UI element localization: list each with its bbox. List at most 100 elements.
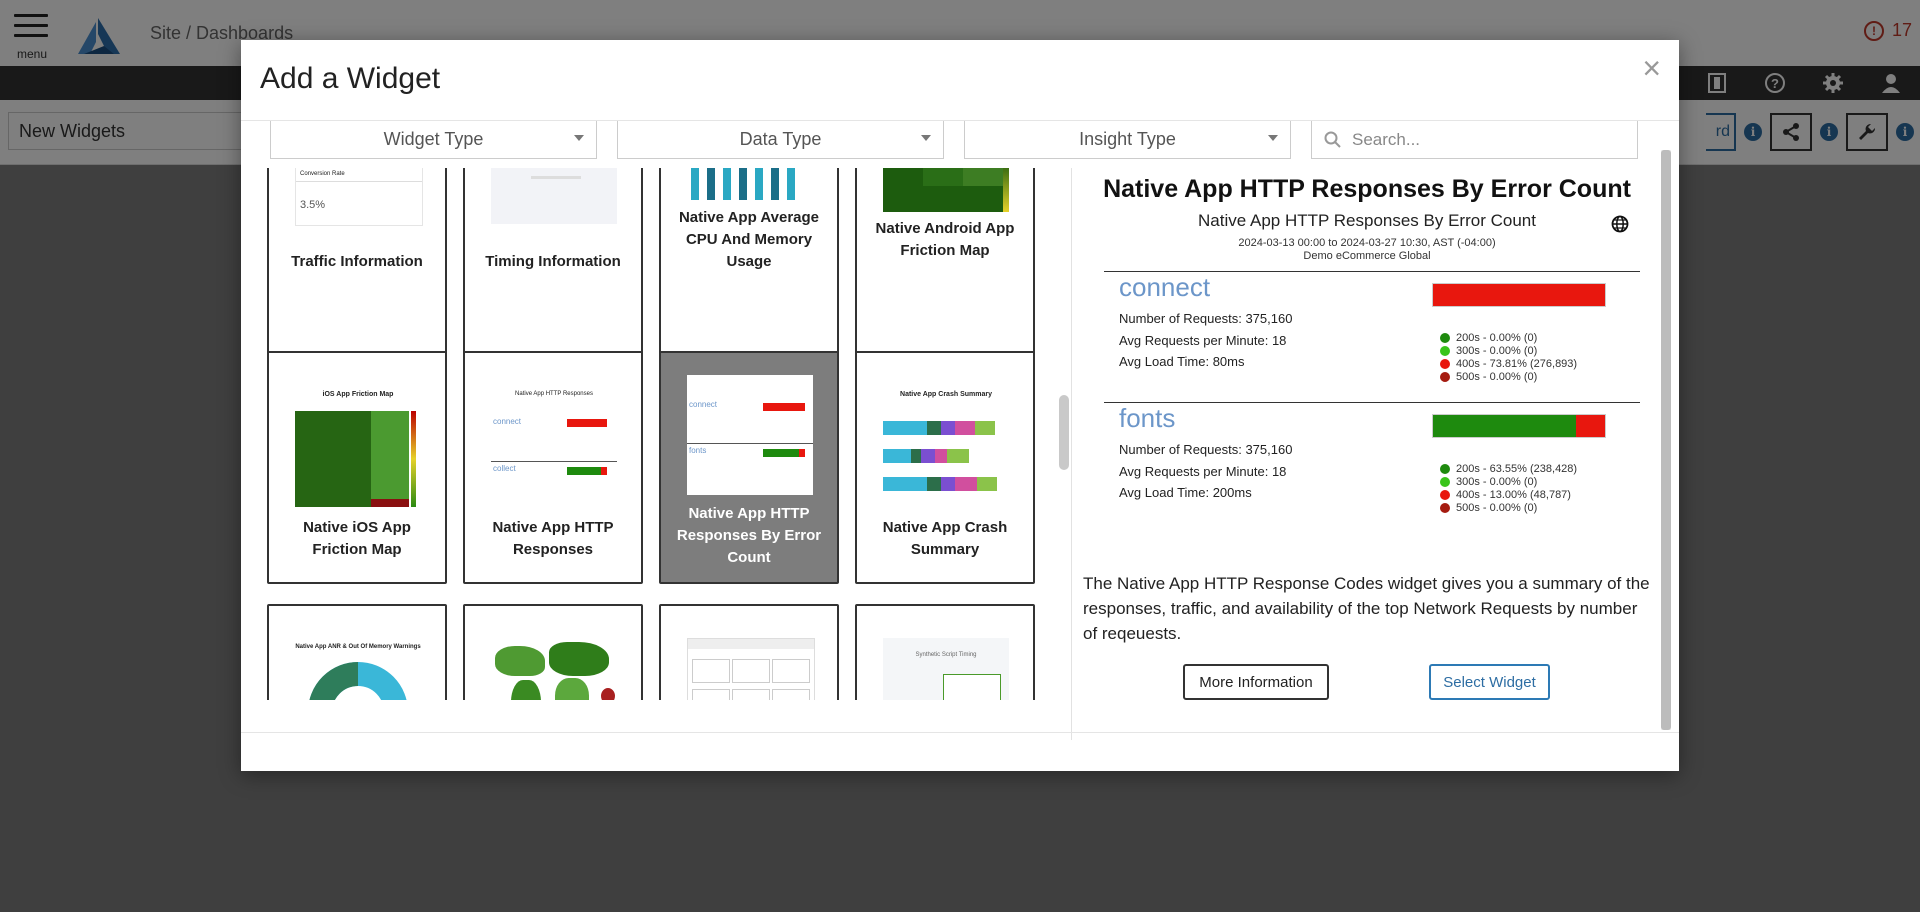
- legend-text: 400s - 73.81% (276,893): [1456, 357, 1578, 370]
- widget-thumbnail: Native App HTTP Responses connect collec…: [491, 389, 617, 507]
- widget-thumbnail: [491, 628, 617, 700]
- chevron-down-icon: [1268, 135, 1278, 141]
- thumb-text: Conversion Rate: [300, 171, 345, 177]
- widget-card[interactable]: Native App ANR & Out Of Memory Warnings: [267, 604, 447, 700]
- per-minute-stat: Avg Requests per Minute: 18: [1119, 464, 1287, 479]
- status-legend: 200s - 0.00% (0) 300s - 0.00% (0) 400s - 7…: [1440, 331, 1577, 383]
- legend-item: 400s - 73.81% (276,893): [1440, 357, 1577, 370]
- widget-card-selected[interactable]: connect fonts Native App HTTP Responses …: [659, 351, 839, 584]
- legend-text: 300s - 0.00% (0): [1456, 344, 1538, 357]
- preview-date-range: 2024-03-13 00:00 to 2024-03-27 10:30, AS…: [1072, 237, 1662, 263]
- legend-text: 200s - 63.55% (238,428): [1456, 462, 1578, 475]
- site-text: Demo eCommerce Global: [1303, 250, 1431, 262]
- thumb-text: collect: [493, 464, 516, 473]
- legend-dot-icon: [1440, 358, 1450, 369]
- widget-card[interactable]: [659, 604, 839, 700]
- thumb-text: connect: [493, 417, 522, 426]
- modal-scrollbar[interactable]: [1661, 150, 1671, 730]
- status-bar: [1432, 414, 1606, 438]
- preview-title: Native App HTTP Responses By Error Count: [1103, 175, 1631, 203]
- close-button[interactable]: ×: [1642, 50, 1661, 87]
- status-bar-segment: [1433, 284, 1605, 306]
- legend-dot-icon: [1440, 332, 1450, 343]
- thumb-title: Native App HTTP Responses: [515, 391, 593, 397]
- requests-stat: Number of Requests: 375,160: [1119, 311, 1293, 326]
- widget-thumbnail: [687, 168, 813, 200]
- legend-item: 300s - 0.00% (0): [1440, 475, 1577, 488]
- legend-dot-icon: [1440, 476, 1450, 487]
- thumb-title: Synthetic Script Timing: [915, 652, 977, 658]
- thumb-title: Native App ANR & Out Of Memory Warnings: [295, 644, 421, 650]
- widget-thumbnail: iOS App Friction Map: [295, 389, 421, 507]
- widget-card-label: Native iOS App Friction Map: [303, 519, 411, 558]
- legend-text: 500s - 0.00% (0): [1456, 370, 1538, 383]
- modal-title: Add a Widget: [260, 62, 441, 95]
- status-bar-segment: [1433, 415, 1576, 437]
- date-range-text: 2024-03-13 00:00 to 2024-03-27 10:30, AS…: [1238, 237, 1496, 249]
- widget-card-label: Timing Information: [485, 253, 621, 270]
- widget-thumbnail: [491, 168, 617, 224]
- section-name: fonts: [1119, 403, 1176, 433]
- modal-header: Add a Widget ×: [241, 40, 1679, 121]
- legend-dot-icon: [1440, 502, 1450, 513]
- search-input[interactable]: Search...: [1311, 121, 1638, 159]
- legend-text: 400s - 13.00% (48,787): [1456, 488, 1571, 501]
- donut-thumbnail: [309, 662, 407, 700]
- insight-type-label: Insight Type: [1079, 129, 1176, 149]
- widget-thumbnail: Native App Crash Summary: [883, 389, 1009, 507]
- widget-card[interactable]: [463, 604, 643, 700]
- load-time-stat: Avg Load Time: 200ms: [1119, 485, 1252, 500]
- widget-card-label: Native App Crash Summary: [882, 519, 1008, 558]
- section-divider: [1104, 402, 1640, 403]
- widget-preview: Native App HTTP Responses By Error Count…: [1071, 168, 1662, 740]
- widget-card[interactable]: Native App HTTP Responses connect collec…: [463, 351, 643, 584]
- widget-thumbnail: [883, 168, 1009, 212]
- widget-type-dropdown[interactable]: Widget Type: [270, 121, 597, 159]
- legend-item: 200s - 0.00% (0): [1440, 331, 1577, 344]
- widget-thumbnail: connect fonts: [687, 375, 813, 495]
- widget-card-label: Traffic Information: [291, 253, 423, 270]
- legend-text: 500s - 0.00% (0): [1456, 501, 1538, 514]
- legend-item: 300s - 0.00% (0): [1440, 344, 1577, 357]
- status-bar-segment: [1575, 415, 1605, 437]
- widget-card[interactable]: iOS App Friction Map Native iOS App Fric…: [267, 351, 447, 584]
- preview-subtitle: Native App HTTP Responses By Error Count: [1198, 211, 1536, 230]
- search-placeholder: Search...: [1352, 129, 1421, 149]
- widget-card[interactable]: Native Android App Friction Map: [855, 168, 1035, 379]
- widget-card[interactable]: Conversion Rate 3.5% Traffic Information: [267, 168, 447, 379]
- insight-type-dropdown[interactable]: Insight Type: [964, 121, 1291, 159]
- status-bar: [1432, 283, 1606, 307]
- legend-item: 400s - 13.00% (48,787): [1440, 488, 1577, 501]
- widget-card[interactable]: Native App Crash Summary Native App Cras…: [855, 351, 1035, 584]
- per-minute-stat: Avg Requests per Minute: 18: [1119, 333, 1287, 348]
- widget-card-label: Native App HTTP Responses By Error Count: [676, 505, 822, 566]
- select-widget-button[interactable]: Select Widget: [1429, 664, 1550, 700]
- modal-footer: [241, 732, 1679, 771]
- legend-dot-icon: [1440, 463, 1450, 474]
- legend-item: 500s - 0.00% (0): [1440, 501, 1577, 514]
- widget-card[interactable]: Synthetic Script Timing: [855, 604, 1035, 700]
- globe-icon: [1611, 215, 1629, 233]
- legend-dot-icon: [1440, 489, 1450, 500]
- grid-scrollbar-thumb[interactable]: [1059, 395, 1069, 470]
- widget-thumbnail: Conversion Rate 3.5%: [295, 168, 423, 226]
- widget-type-label: Widget Type: [383, 129, 484, 149]
- legend-dot-icon: [1440, 371, 1450, 382]
- search-icon: [1324, 131, 1341, 148]
- chevron-down-icon: [574, 135, 584, 141]
- more-information-button[interactable]: More Information: [1183, 664, 1329, 700]
- thumb-title: Native App Crash Summary: [900, 391, 992, 398]
- status-legend: 200s - 63.55% (238,428) 300s - 0.00% (0) 4…: [1440, 462, 1577, 514]
- legend-text: 200s - 0.00% (0): [1456, 331, 1538, 344]
- legend-item: 200s - 63.55% (238,428): [1440, 462, 1577, 475]
- widget-card[interactable]: Native App Average CPU And Memory Usage: [659, 168, 839, 379]
- thumb-title: iOS App Friction Map: [322, 391, 394, 398]
- data-type-dropdown[interactable]: Data Type: [617, 121, 944, 159]
- legend-item: 500s - 0.00% (0): [1440, 370, 1577, 383]
- thumb-value: 3.5%: [300, 199, 326, 211]
- widget-card-label: Native App Average CPU And Memory Usage: [678, 209, 820, 270]
- thumb-text: fonts: [689, 446, 707, 455]
- widget-card[interactable]: Timing Information: [463, 168, 643, 379]
- section-name: connect: [1119, 272, 1211, 302]
- add-widget-modal: Add a Widget × Widget Type Data Type Ins…: [241, 40, 1679, 771]
